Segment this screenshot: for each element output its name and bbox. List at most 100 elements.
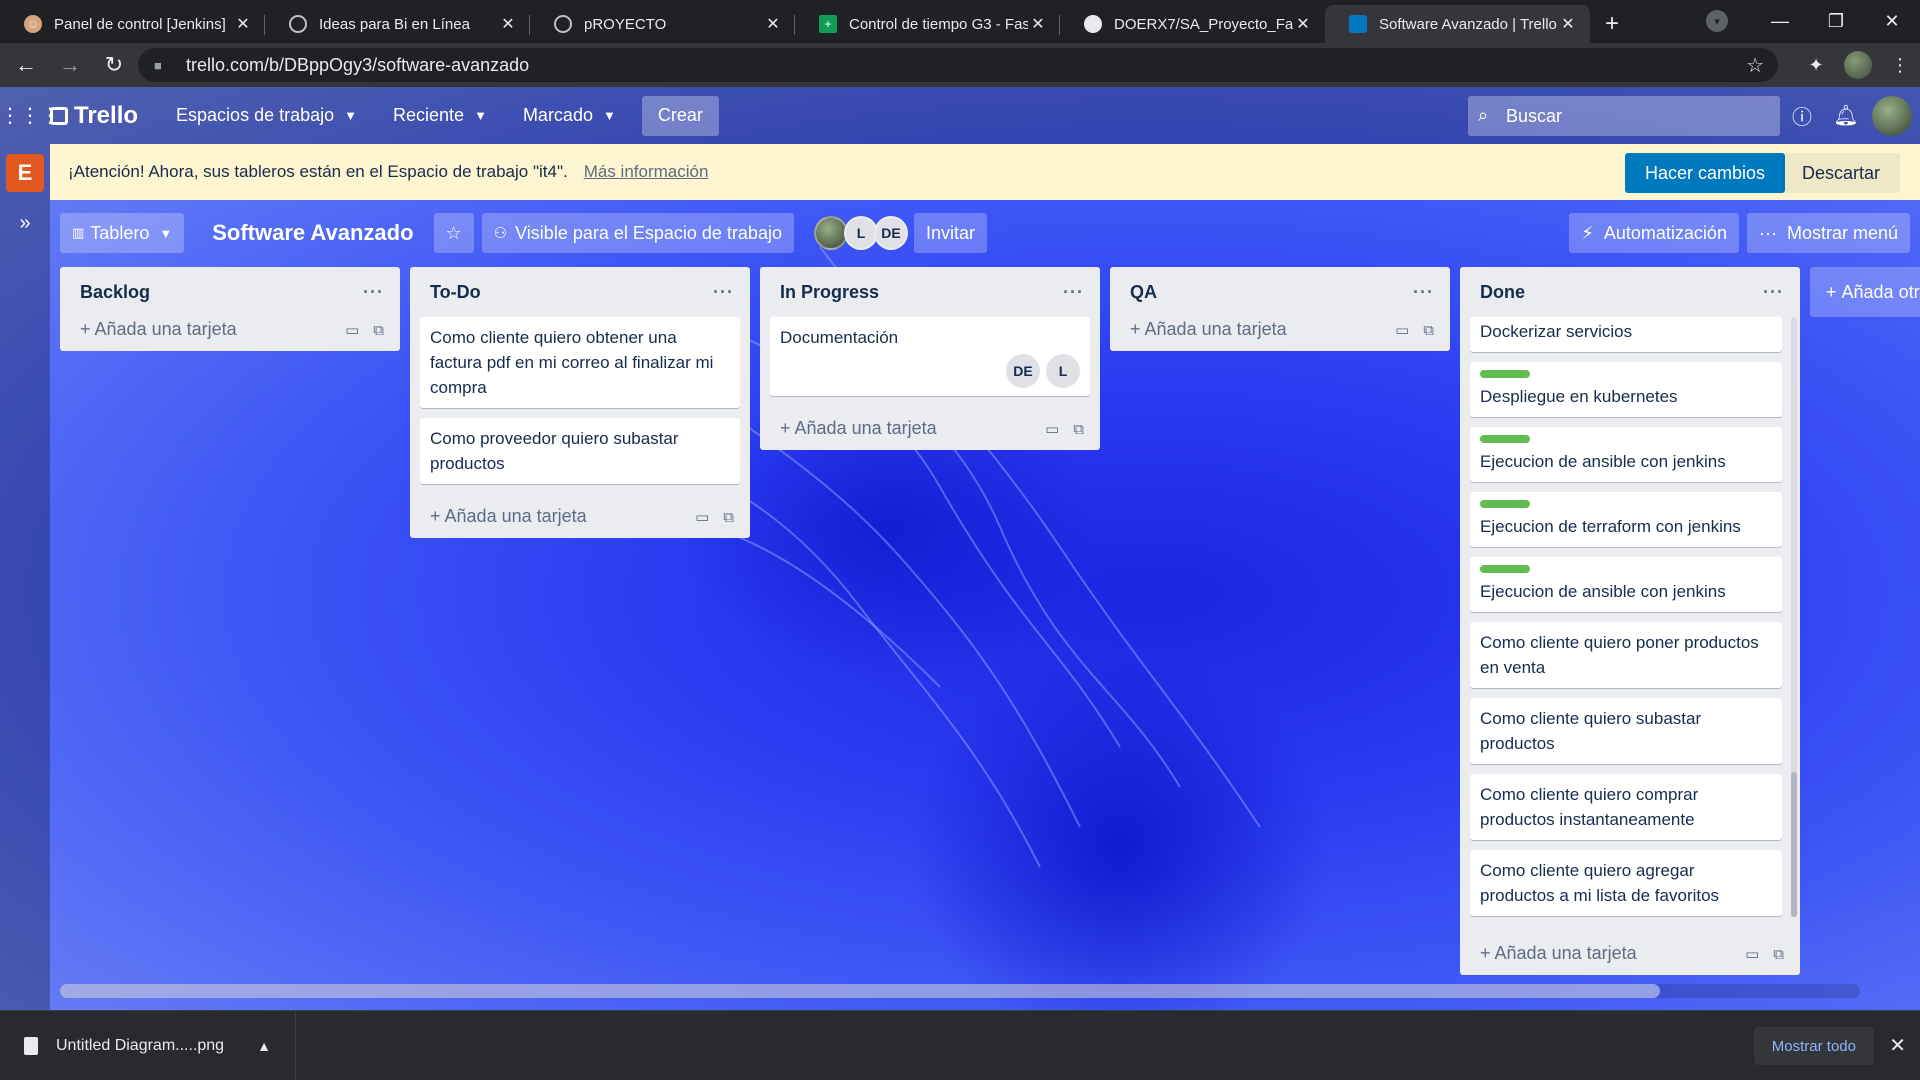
invite-button[interactable]: Invitar xyxy=(913,213,987,253)
browser-tab[interactable]: + Control de tiempo G3 - Fase ✕ xyxy=(795,5,1060,43)
chevron-up-icon[interactable]: ▲ xyxy=(257,1038,271,1054)
make-changes-button[interactable]: Hacer cambios xyxy=(1624,153,1785,193)
copy-icon[interactable]: ⧉ xyxy=(373,322,384,339)
list-menu-icon[interactable]: ··· xyxy=(713,282,734,303)
card-template-icon[interactable]: ▭ xyxy=(1745,946,1759,963)
green-label[interactable] xyxy=(1480,565,1530,573)
card-template-icon[interactable]: ▭ xyxy=(1045,421,1059,438)
view-switcher[interactable]: ▥ Tablero ▼ xyxy=(60,213,185,253)
menu-starred[interactable]: Marcado ▼ xyxy=(523,105,616,126)
show-menu-button[interactable]: ··· Mostrar menú xyxy=(1746,213,1910,253)
menu-workspaces[interactable]: Espacios de trabajo ▼ xyxy=(176,105,357,126)
extensions-icon[interactable]: ✦ xyxy=(1796,55,1836,76)
browser-tab[interactable]: DOERX7/SA_Proyecto_Fase ✕ xyxy=(1060,5,1325,43)
member-avatar[interactable] xyxy=(813,216,848,250)
chrome-menu-icon[interactable]: ⋮ xyxy=(1880,55,1920,76)
card[interactable]: Como cliente quiero obtener una factura … xyxy=(420,317,740,408)
list-menu-icon[interactable]: ··· xyxy=(1763,282,1784,303)
app-switcher-icon[interactable]: ⋮⋮⋮ xyxy=(0,103,60,128)
user-avatar[interactable] xyxy=(1872,95,1912,136)
card-member-avatar[interactable]: DE xyxy=(1006,354,1040,388)
browser-tab[interactable]: pROYECTO ✕ xyxy=(530,5,795,43)
green-label[interactable] xyxy=(1480,435,1530,443)
scrollbar-thumb[interactable] xyxy=(60,984,1660,998)
add-card-button[interactable]: + Añada una tarjeta ▭ ⧉ xyxy=(760,406,1100,450)
workspace-badge[interactable]: E xyxy=(6,154,44,192)
list-menu-icon[interactable]: ··· xyxy=(363,282,384,303)
new-tab-button[interactable]: + xyxy=(1590,5,1634,43)
copy-icon[interactable]: ⧉ xyxy=(1423,322,1434,339)
close-icon[interactable]: ✕ xyxy=(1028,14,1048,34)
card[interactable]: Despliegue en kubernetes xyxy=(1470,362,1782,417)
green-label[interactable] xyxy=(1480,500,1530,508)
list-title[interactable]: In Progress xyxy=(780,282,879,303)
expand-sidebar-icon[interactable]: » xyxy=(0,212,50,235)
board-horizontal-scrollbar[interactable] xyxy=(60,984,1860,998)
menu-recent[interactable]: Reciente ▼ xyxy=(393,105,487,126)
card[interactable]: Como cliente quiero subastar productos xyxy=(1470,698,1782,764)
browser-tab[interactable]: ☺ Panel de control [Jenkins] ✕ xyxy=(0,5,265,43)
minimize-icon[interactable]: — xyxy=(1752,11,1808,32)
close-icon[interactable]: ✕ xyxy=(1558,14,1578,34)
card[interactable]: Como proveedor quiero subastar productos xyxy=(420,418,740,484)
card[interactable]: Ejecucion de ansible con jenkins xyxy=(1470,427,1782,482)
address-bar[interactable]: ■ trello.com/b/DBppOgy3/software-avanzad… xyxy=(138,48,1778,82)
browser-tab-active[interactable]: Software Avanzado | Trello ✕ xyxy=(1325,5,1590,43)
add-card-button[interactable]: + Añada una tarjeta ▭ ⧉ xyxy=(1460,931,1800,975)
restore-icon[interactable]: ❐ xyxy=(1808,11,1864,32)
list-menu-icon[interactable]: ··· xyxy=(1063,282,1084,303)
copy-icon[interactable]: ⧉ xyxy=(1073,421,1084,438)
list-menu-icon[interactable]: ··· xyxy=(1413,282,1434,303)
card-template-icon[interactable]: ▭ xyxy=(345,322,359,339)
card-template-icon[interactable]: ▭ xyxy=(695,509,709,526)
member-avatar[interactable]: DE xyxy=(873,216,908,250)
more-info-link[interactable]: Más información xyxy=(584,162,709,182)
card-member-avatar[interactable]: L xyxy=(1046,354,1080,388)
copy-icon[interactable]: ⧉ xyxy=(723,509,734,526)
list-scrollbar[interactable] xyxy=(1791,317,1797,917)
member-avatar[interactable]: L xyxy=(843,216,878,250)
card-template-icon[interactable]: ▭ xyxy=(1395,322,1409,339)
trello-logo[interactable]: Trello xyxy=(50,102,138,130)
bookmark-star-icon[interactable]: ☆ xyxy=(1746,53,1764,78)
card[interactable]: Como cliente quiero poner productos en v… xyxy=(1470,622,1782,688)
copy-icon[interactable]: ⧉ xyxy=(1773,946,1784,963)
create-button[interactable]: Crear xyxy=(641,95,719,136)
close-window-icon[interactable]: ✕ xyxy=(1864,11,1920,32)
close-shelf-icon[interactable]: ✕ xyxy=(1889,1033,1906,1058)
card[interactable]: Como cliente quiero agregar productos a … xyxy=(1470,850,1782,916)
back-icon[interactable]: ← xyxy=(8,47,44,83)
card[interactable]: Como cliente quiero comprar productos in… xyxy=(1470,774,1782,840)
close-icon[interactable]: ✕ xyxy=(1293,14,1313,34)
list-title[interactable]: QA xyxy=(1130,282,1157,303)
list-title[interactable]: Done xyxy=(1480,282,1525,303)
download-item[interactable]: Untitled Diagram.....png ▲ xyxy=(0,1010,296,1080)
add-card-button[interactable]: + Añada una tarjeta ▭ ⧉ xyxy=(60,307,400,351)
info-icon[interactable]: ⓘ xyxy=(1780,101,1824,130)
board-title[interactable]: Software Avanzado xyxy=(212,220,413,246)
profile-avatar[interactable] xyxy=(1844,51,1872,79)
add-card-button[interactable]: + Añada una tarjeta ▭ ⧉ xyxy=(410,494,750,538)
search-input[interactable]: ⌕ Buscar xyxy=(1468,96,1780,136)
automation-button[interactable]: ⚡︎ Automatización xyxy=(1569,213,1739,253)
bell-icon[interactable]: 🔔︎ xyxy=(1824,103,1868,128)
forward-icon[interactable]: → xyxy=(52,47,88,83)
add-list-button[interactable]: + Añada otra lista xyxy=(1810,267,1920,317)
card[interactable]: Documentación DE L xyxy=(770,317,1090,396)
star-board-button[interactable]: ☆ xyxy=(433,213,474,253)
close-icon[interactable]: ✕ xyxy=(763,14,783,34)
card[interactable]: Ejecucion de ansible con jenkins xyxy=(1470,557,1782,612)
browser-tab[interactable]: Ideas para Bi en Línea ✕ xyxy=(265,5,530,43)
list-title[interactable]: To-Do xyxy=(430,282,481,303)
dismiss-button[interactable]: Descartar xyxy=(1781,153,1900,193)
add-card-button[interactable]: + Añada una tarjeta ▭ ⧉ xyxy=(1110,307,1450,351)
green-label[interactable] xyxy=(1480,370,1530,378)
card[interactable]: Ejecucion de terraform con jenkins xyxy=(1470,492,1782,547)
card[interactable]: Dockerizar servicios xyxy=(1470,317,1782,352)
reload-icon[interactable]: ↻ xyxy=(96,47,132,83)
list-title[interactable]: Backlog xyxy=(80,282,150,303)
show-all-downloads-button[interactable]: Mostrar todo xyxy=(1753,1027,1874,1065)
tab-search-icon[interactable]: ▾ xyxy=(1706,10,1728,32)
close-icon[interactable]: ✕ xyxy=(498,14,518,34)
close-icon[interactable]: ✕ xyxy=(233,14,253,34)
